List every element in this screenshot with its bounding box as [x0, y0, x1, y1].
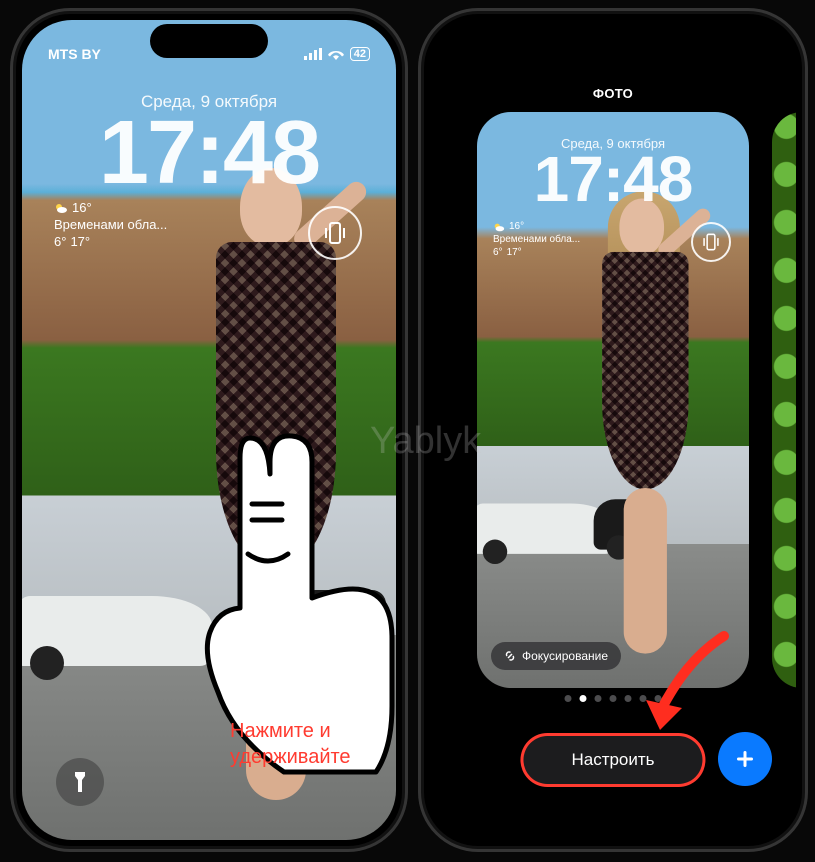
customize-screen: ФОТО Среда, 9 октября 17:48 16° Временам… — [430, 20, 796, 840]
annotation-arrow-icon — [636, 630, 736, 740]
plus-icon — [733, 747, 757, 771]
weather-widget[interactable]: 16° Временами обла... 6° 17° — [54, 200, 167, 251]
page-dot — [625, 695, 632, 702]
page-dot — [595, 695, 602, 702]
weather-high: 6° — [54, 234, 66, 251]
add-wallpaper-button[interactable] — [718, 732, 772, 786]
customize-button[interactable]: Настроить — [523, 736, 702, 784]
press-hold-hint: Нажмите и удерживайте — [230, 718, 390, 770]
weather-condition: Временами обла... — [54, 217, 167, 234]
next-wallpaper-peek[interactable] — [772, 112, 796, 688]
notch — [554, 24, 672, 58]
preview-weather-widget: 16° Временами обла... 6° 17° — [493, 220, 580, 259]
phone-vibrate-icon — [322, 220, 348, 246]
wallpaper-preview-card[interactable]: Среда, 9 октября 17:48 16° Временами обл… — [477, 112, 749, 688]
weather-icon — [493, 221, 505, 233]
page-dot — [565, 695, 572, 702]
cellular-icon — [304, 48, 322, 60]
weather-icon — [54, 201, 68, 215]
wifi-icon — [328, 48, 344, 60]
focus-pill-label: Фокусирование — [522, 649, 608, 663]
lock-time[interactable]: 17:48 — [22, 102, 396, 205]
flashlight-button[interactable] — [56, 758, 104, 806]
carrier-label: MTS BY — [48, 46, 101, 62]
flashlight-icon — [71, 771, 89, 793]
focus-pill[interactable]: Фокусирование — [491, 642, 621, 670]
preview-time: 17:48 — [477, 142, 749, 216]
page-dot — [610, 695, 617, 702]
link-icon — [504, 650, 516, 662]
weather-low: 17° — [70, 234, 90, 251]
vibrate-widget[interactable] — [308, 206, 362, 260]
weather-temp: 16° — [72, 200, 92, 217]
phone-vibrate-icon — [701, 232, 721, 252]
phone-right-customize: ФОТО Среда, 9 октября 17:48 16° Временам… — [418, 8, 808, 852]
battery-indicator: 42 — [350, 47, 370, 61]
wallpaper-section-label: ФОТО — [430, 86, 796, 101]
notch — [150, 24, 268, 58]
preview-vibrate-widget — [691, 222, 731, 262]
page-dot-active — [580, 695, 587, 702]
